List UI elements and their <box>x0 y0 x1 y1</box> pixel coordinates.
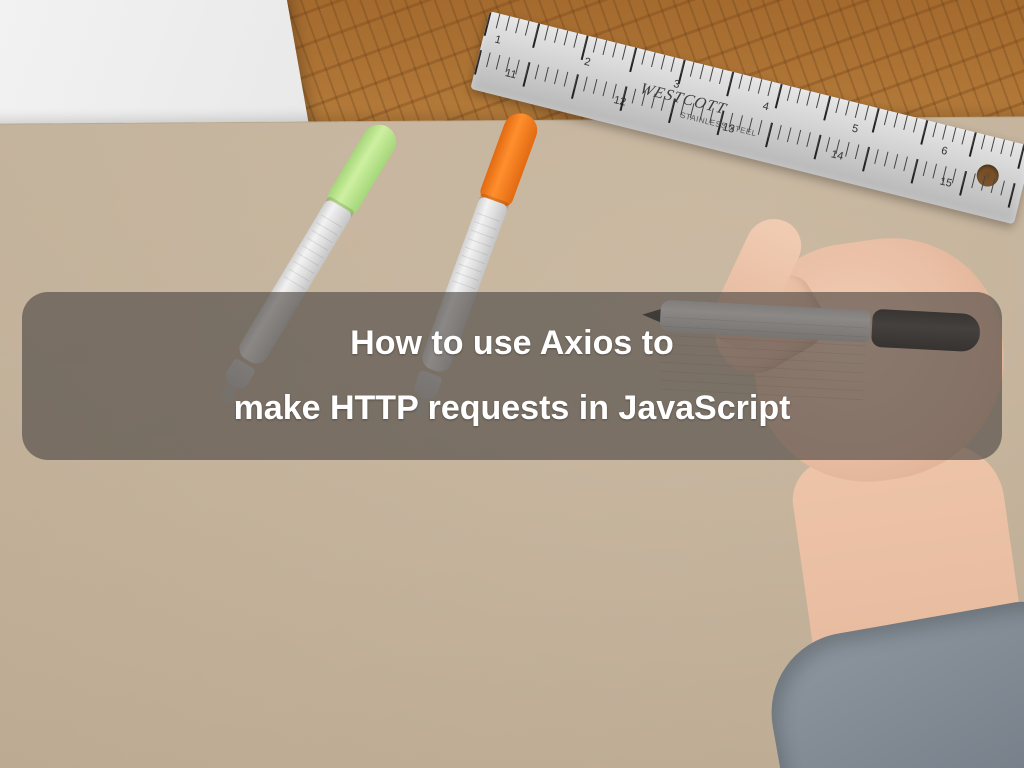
hand <box>664 200 1024 760</box>
title-line-1: How to use Axios to <box>350 323 674 364</box>
ruler-cm-14: 14 <box>801 141 913 180</box>
ruler-tick-1: 1 <box>482 31 574 65</box>
ruler-tick-5: 5 <box>839 120 931 154</box>
ruler-cm-11: 11 <box>475 60 587 99</box>
ruler-tick-4: 4 <box>750 97 842 131</box>
ruler-tick-6: 6 <box>928 142 1020 176</box>
title-overlay: How to use Axios to make HTTP requests i… <box>22 292 1002 460</box>
title-line-2: make HTTP requests in JavaScript <box>234 388 791 429</box>
hero-scene: 1 2 3 4 5 6 WESTCOTT STAINLESS STEEL 11 … <box>0 0 1024 768</box>
ruler-cm-13: 13 <box>692 114 804 153</box>
ruler-subtext: STAINLESS STEEL <box>679 111 757 139</box>
